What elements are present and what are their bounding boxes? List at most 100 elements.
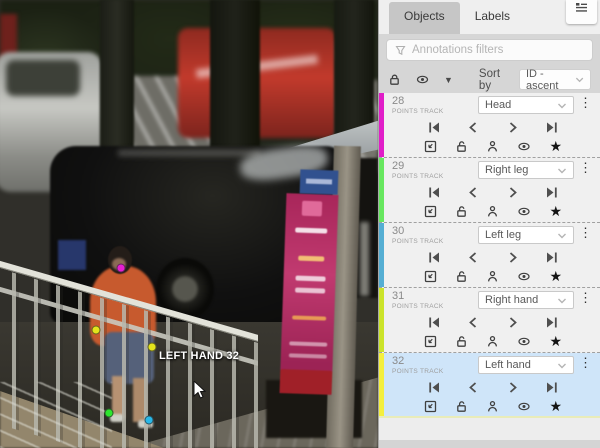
padlock-open-icon: [455, 335, 468, 348]
objects-sidebar: Objects Labels Annotations filters ▼ Sor…: [378, 0, 600, 448]
object-actions-menu-icon[interactable]: ⋮: [577, 226, 594, 240]
chevron-left-icon: [467, 251, 480, 264]
outside-square-icon: [424, 205, 437, 218]
first-keyframe-button[interactable]: [428, 381, 441, 394]
last-keyframe-button[interactable]: [545, 186, 558, 199]
lock-object-button[interactable]: [455, 335, 468, 348]
sort-order-select[interactable]: ID - ascent: [519, 69, 591, 90]
switch-outside-button[interactable]: [424, 270, 437, 283]
first-keyframe-button[interactable]: [428, 186, 441, 199]
hide-object-button[interactable]: [517, 335, 531, 348]
last-keyframe-button[interactable]: [545, 381, 558, 394]
occluded-button[interactable]: [486, 140, 499, 153]
tab-labels[interactable]: Labels: [460, 0, 525, 34]
keypoint-left-hand[interactable]: [148, 343, 157, 352]
collapse-sidebar-button[interactable]: [566, 0, 597, 24]
hide-object-button[interactable]: [517, 140, 531, 153]
switch-outside-button[interactable]: [424, 205, 437, 218]
skip-to-end-icon: [545, 316, 558, 329]
next-keyframe-button[interactable]: [506, 121, 519, 134]
next-keyframe-button[interactable]: [506, 251, 519, 264]
object-label-select[interactable]: Left leg: [478, 226, 574, 244]
object-label: Left leg: [485, 229, 521, 241]
occluded-button[interactable]: [486, 270, 499, 283]
next-keyframe-button[interactable]: [506, 186, 519, 199]
keyframe-star-button[interactable]: ★: [549, 400, 562, 413]
lock-all-button[interactable]: [388, 73, 401, 86]
person-icon: [486, 335, 499, 348]
switch-outside-button[interactable]: [424, 335, 437, 348]
object-actions-menu-icon[interactable]: ⋮: [577, 356, 594, 370]
first-keyframe-button[interactable]: [428, 251, 441, 264]
prev-keyframe-button[interactable]: [467, 121, 480, 134]
expand-all-button[interactable]: ▼: [444, 75, 453, 85]
skip-to-start-icon: [428, 316, 441, 329]
next-keyframe-button[interactable]: [506, 381, 519, 394]
keyframe-star-button[interactable]: ★: [549, 335, 562, 348]
prev-keyframe-button[interactable]: [467, 251, 480, 264]
person-icon: [486, 140, 499, 153]
object-label-select[interactable]: Left hand: [478, 356, 574, 374]
object-card-29[interactable]: 29 POINTS TRACK Right leg ⋮: [379, 158, 600, 223]
lock-object-button[interactable]: [455, 270, 468, 283]
person-icon: [486, 400, 499, 413]
outside-square-icon: [424, 335, 437, 348]
chevron-down-icon: [557, 232, 567, 239]
eye-icon: [517, 140, 531, 153]
tab-objects[interactable]: Objects: [389, 2, 460, 34]
keyframe-star-button[interactable]: ★: [549, 205, 562, 218]
keyframe-star-button[interactable]: ★: [549, 140, 562, 153]
object-label-select[interactable]: Right hand: [478, 291, 574, 309]
object-label-select[interactable]: Right leg: [478, 161, 574, 179]
hide-object-button[interactable]: [517, 205, 531, 218]
object-card-28[interactable]: 28 POINTS TRACK Head ⋮: [379, 93, 600, 158]
last-keyframe-button[interactable]: [545, 316, 558, 329]
object-card-30[interactable]: 30 POINTS TRACK Left leg ⋮: [379, 223, 600, 288]
funnel-icon: [395, 45, 406, 56]
last-keyframe-button[interactable]: [545, 121, 558, 134]
skip-to-start-icon: [428, 186, 441, 199]
first-keyframe-button[interactable]: [428, 121, 441, 134]
annotation-canvas[interactable]: LEFT HAND 32: [0, 0, 378, 448]
last-keyframe-button[interactable]: [545, 251, 558, 264]
global-controls-row: ▼ Sort by ID - ascent: [379, 66, 600, 93]
annotations-filter-input[interactable]: Annotations filters: [386, 39, 593, 61]
object-card-31[interactable]: 31 POINTS TRACK Right hand ⋮: [379, 288, 600, 353]
hide-object-button[interactable]: [517, 270, 531, 283]
keypoint-head[interactable]: [117, 264, 126, 273]
hide-all-button[interactable]: [415, 73, 430, 86]
chevron-down-icon: [557, 297, 567, 304]
hide-object-button[interactable]: [517, 400, 531, 413]
keypoint-right-hand[interactable]: [92, 326, 101, 335]
lock-object-button[interactable]: [455, 140, 468, 153]
skip-to-end-icon: [545, 381, 558, 394]
keyframe-star-button[interactable]: ★: [549, 270, 562, 283]
switch-outside-button[interactable]: [424, 140, 437, 153]
object-actions-menu-icon[interactable]: ⋮: [577, 96, 594, 110]
sort-value: ID - ascent: [526, 68, 575, 92]
keypoint-left-leg[interactable]: [145, 416, 154, 425]
chevron-right-icon: [506, 381, 519, 394]
first-keyframe-button[interactable]: [428, 316, 441, 329]
keypoint-right-leg[interactable]: [105, 409, 114, 418]
reflection: [360, 222, 369, 296]
prev-keyframe-button[interactable]: [467, 381, 480, 394]
switch-outside-button[interactable]: [424, 400, 437, 413]
occluded-button[interactable]: [486, 205, 499, 218]
lock-object-button[interactable]: [455, 205, 468, 218]
skip-to-end-icon: [545, 251, 558, 264]
occluded-button[interactable]: [486, 400, 499, 413]
object-color-strip: [379, 158, 384, 222]
lock-object-button[interactable]: [455, 400, 468, 413]
object-label-select[interactable]: Head: [478, 96, 574, 114]
prev-keyframe-button[interactable]: [467, 316, 480, 329]
chevron-left-icon: [467, 121, 480, 134]
object-actions-menu-icon[interactable]: ⋮: [577, 161, 594, 175]
occluded-button[interactable]: [486, 335, 499, 348]
next-keyframe-button[interactable]: [506, 316, 519, 329]
prev-keyframe-button[interactable]: [467, 186, 480, 199]
object-actions-menu-icon[interactable]: ⋮: [577, 291, 594, 305]
object-card-32[interactable]: 32 POINTS TRACK Left hand ⋮: [379, 353, 600, 418]
object-label: Head: [485, 99, 511, 111]
objects-list: 28 POINTS TRACK Head ⋮: [379, 93, 600, 448]
